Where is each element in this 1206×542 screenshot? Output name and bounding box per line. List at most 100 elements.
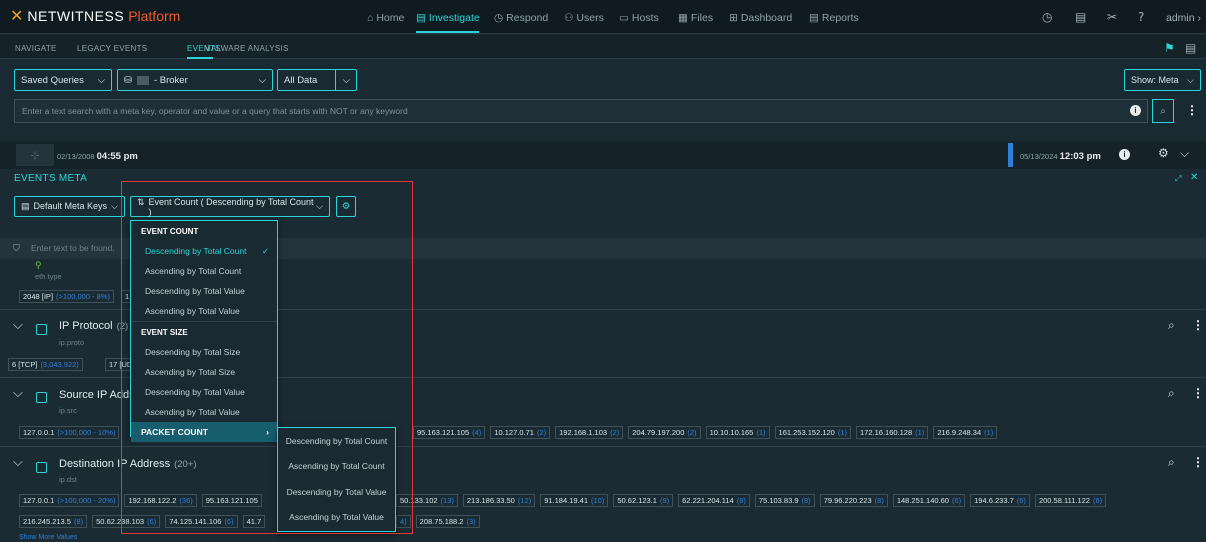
search-icon[interactable]: ⌕ (1168, 455, 1175, 470)
service-dropdown[interactable]: ⛁ - Broker ⌵ (117, 69, 273, 91)
meta-value-chip[interactable]: 172.16.160.128 (1) (856, 426, 929, 439)
chevron-down-icon: ⌵ (97, 74, 105, 86)
meta-value-chip[interactable]: 216.9.248.34 (1) (933, 426, 998, 439)
redacted-block (136, 75, 149, 85)
meta-value-chip[interactable]: 208.75.188.2 (3) (415, 515, 480, 528)
timeline-info-icon[interactable]: i (1119, 149, 1130, 160)
show-more-values-link[interactable]: Show More Values (19, 534, 77, 541)
tab-navigate[interactable]: NAVIGATE (15, 44, 57, 53)
chevron-down-icon: ⌵ (334, 70, 350, 90)
default-meta-keys-dropdown[interactable]: ▤ Default Meta Keys ⌵ (14, 196, 125, 217)
query-search-input[interactable]: Enter a text search with a meta key, ope… (14, 99, 1148, 123)
section-title: IP Protocol (59, 320, 113, 332)
gear-icon[interactable]: ⚙ (1158, 146, 1169, 160)
meta-value-chip[interactable]: 204.79.197.200 (2) (628, 426, 701, 439)
search-icon[interactable]: ⌕ (1168, 386, 1175, 401)
logo-platform: Platform (128, 8, 181, 24)
chevron-down-icon[interactable]: ⌵ (1180, 146, 1189, 161)
nav-investigate[interactable]: ▤ Investigate (416, 12, 480, 24)
meta-value-chip[interactable]: 10.127.0.71 (2) (490, 426, 551, 439)
chevron-down-icon[interactable]: ⌵ (13, 455, 23, 470)
nav-users[interactable]: ⚇ Users (564, 12, 604, 24)
netwitness-logo[interactable]: ✕ NETWITNESS Platform (10, 6, 181, 25)
chevron-down-icon: ⌵ (111, 201, 118, 211)
panel-icon[interactable]: ▤ (1185, 41, 1196, 55)
meta-value-chip[interactable]: 50.62.123.1 (9) (613, 494, 674, 507)
section-key: ip.src (59, 406, 77, 415)
nav-respond-label: Respond (506, 12, 549, 24)
meta-value-chip[interactable]: 10.10.10.165 (1) (705, 426, 770, 439)
timeline-handle-icon[interactable]: ⊹ (16, 144, 54, 166)
meta-value-chip[interactable]: 213.186.33.50 (12) (462, 494, 536, 507)
meta-value-chip[interactable]: 148.251.140.60 (6) (892, 494, 966, 507)
more-options-icon[interactable]: ⋮ (1192, 386, 1204, 400)
meta-value-chip[interactable]: 2048 [IP] (>100,000 - 8%) (19, 290, 115, 303)
nav-active-indicator (416, 31, 479, 33)
respond-icon: ◷ (494, 12, 504, 24)
meta-value-chip[interactable]: 95.163.121.105 (4) (413, 426, 486, 439)
meta-value-chip[interactable]: 91.184.19.41 (10) (540, 494, 609, 507)
meta-value-chip[interactable]: 192.168.1.103 (2) (555, 426, 624, 439)
more-options-icon[interactable]: ⋮ (1192, 455, 1204, 469)
top-navigation: ✕ NETWITNESS Platform ⌂ Home ▤ Investigate… (0, 0, 1206, 34)
saved-queries-label: Saved Queries (21, 74, 84, 86)
more-options-icon[interactable]: ⋮ (1192, 318, 1204, 332)
nav-respond[interactable]: ◷ Respond (494, 12, 548, 24)
notes-icon[interactable]: ▤ (1075, 10, 1086, 24)
meta-value-chip[interactable]: 127.0.0.1 (>100,000 - 10%) (19, 426, 120, 439)
help-icon[interactable]: ? (1138, 10, 1144, 24)
users-icon: ⚇ (564, 12, 574, 24)
saved-queries-dropdown[interactable]: Saved Queries ⌵ (14, 69, 112, 91)
meta-value-chip[interactable]: 6 [TCP] (3,043,922) (8, 358, 83, 371)
end-time[interactable]: 05/13/2024 12:03 pm (1020, 151, 1101, 162)
nav-dashboard[interactable]: ⊞ Dashboard (729, 12, 792, 24)
chevron-down-icon[interactable]: ⌵ (13, 386, 23, 401)
meta-value-chip[interactable]: 62.221.204.114 (8) (678, 494, 750, 507)
chart-icon[interactable]: ⚑ (1164, 41, 1175, 55)
subtab-active-indicator (187, 57, 213, 59)
tab-legacy-events[interactable]: LEGACY EVENTS (77, 44, 147, 53)
nav-reports[interactable]: ▤ Reports (809, 12, 859, 24)
meta-value-chip[interactable]: 194.6.233.7 (6) (970, 494, 1030, 507)
search-icon[interactable]: ⌕ (1152, 99, 1174, 123)
search-icon[interactable]: ⌕ (1168, 318, 1175, 333)
nav-home-label: Home (376, 12, 405, 24)
show-meta-dropdown[interactable]: Show: Meta ⌵ (1124, 69, 1201, 91)
section-key: ip.dst (59, 475, 77, 484)
nav-hosts[interactable]: ▭ Hosts (619, 12, 659, 24)
section-key-eth-type: eth.type (35, 272, 62, 281)
show-meta-label: Show: Meta (1131, 75, 1179, 85)
tab-malware-analysis[interactable]: MALWARE ANALYSIS (204, 44, 289, 53)
chevron-down-icon[interactable]: ⌵ (13, 318, 23, 333)
chevron-down-icon: ⌵ (1187, 74, 1194, 85)
meta-keys-label: Default Meta Keys (33, 201, 108, 211)
logo-mark: ✕ (10, 6, 24, 25)
meta-value-chip[interactable]: 200.58.111.122 (6) (1034, 494, 1107, 507)
data-scope-dropdown[interactable]: All Data ⌵ (277, 69, 357, 91)
info-icon[interactable]: i (1130, 105, 1141, 116)
filter-icon: ⛉ (13, 243, 20, 253)
start-time[interactable]: 02/13/2008 04:55 pm (57, 151, 138, 162)
investigate-icon: ▤ (416, 12, 426, 24)
meta-value-chip[interactable]: 161.253.152.120 (1) (774, 426, 852, 439)
meta-value-chip[interactable]: 127.0.0.1 (>100,000 - 20%) (19, 494, 120, 507)
nav-home[interactable]: ⌂ Home (367, 12, 404, 24)
meta-value-chip[interactable]: 79.96.220.223 (8) (819, 494, 888, 507)
more-options-icon[interactable]: ⋮ (1186, 103, 1198, 117)
end-clock: 12:03 pm (1059, 151, 1101, 162)
nav-hosts-label: Hosts (631, 12, 659, 24)
expand-icon[interactable]: ⤢ (1175, 174, 1181, 184)
timer-icon[interactable]: ◷ (1042, 10, 1052, 24)
section-header[interactable]: IP Protocol (2) (59, 320, 128, 332)
tools-icon[interactable]: ✂ (1107, 10, 1117, 24)
user-menu[interactable]: admin › (1166, 12, 1201, 24)
nav-files[interactable]: ▦ Files (678, 12, 713, 24)
timeline-range-marker[interactable] (1008, 143, 1013, 167)
files-icon: ▦ (678, 12, 688, 24)
close-icon[interactable]: ✕ (1190, 172, 1198, 183)
meta-value-chip[interactable]: 216.245.213.5 (8) (19, 515, 88, 528)
annotation-highlight-box (121, 181, 413, 534)
nav-users-label: Users (576, 12, 604, 24)
sub-navigation (0, 35, 1206, 59)
meta-value-chip[interactable]: 75.103.83.9 (8) (754, 494, 815, 507)
